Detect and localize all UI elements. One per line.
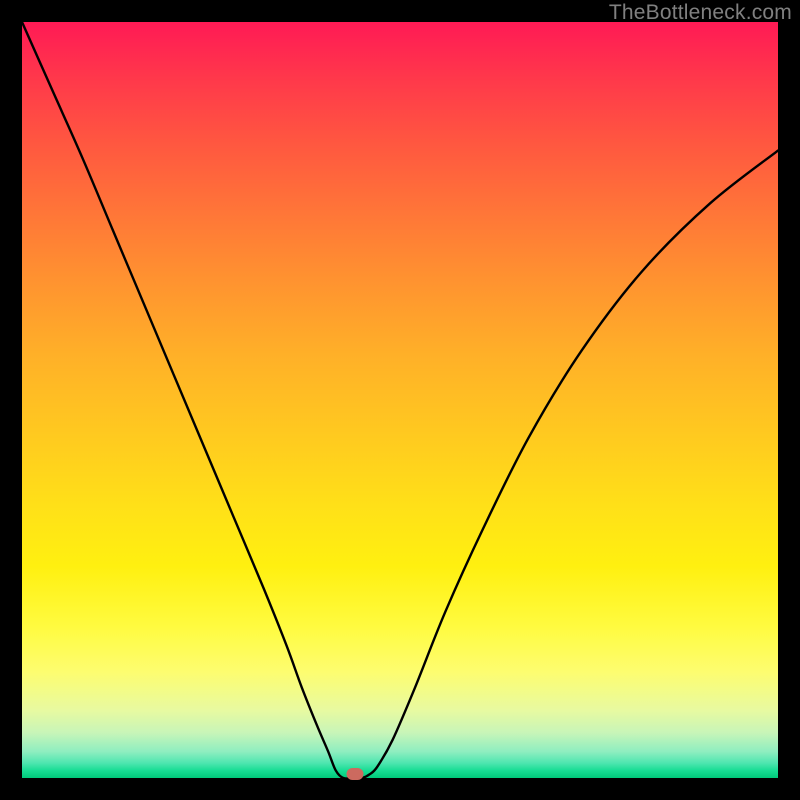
plot-area bbox=[22, 22, 778, 778]
chart-frame: TheBottleneck.com bbox=[0, 0, 800, 800]
curve-layer bbox=[22, 22, 778, 778]
bottleneck-marker bbox=[346, 768, 363, 780]
bottleneck-curve bbox=[22, 22, 778, 779]
